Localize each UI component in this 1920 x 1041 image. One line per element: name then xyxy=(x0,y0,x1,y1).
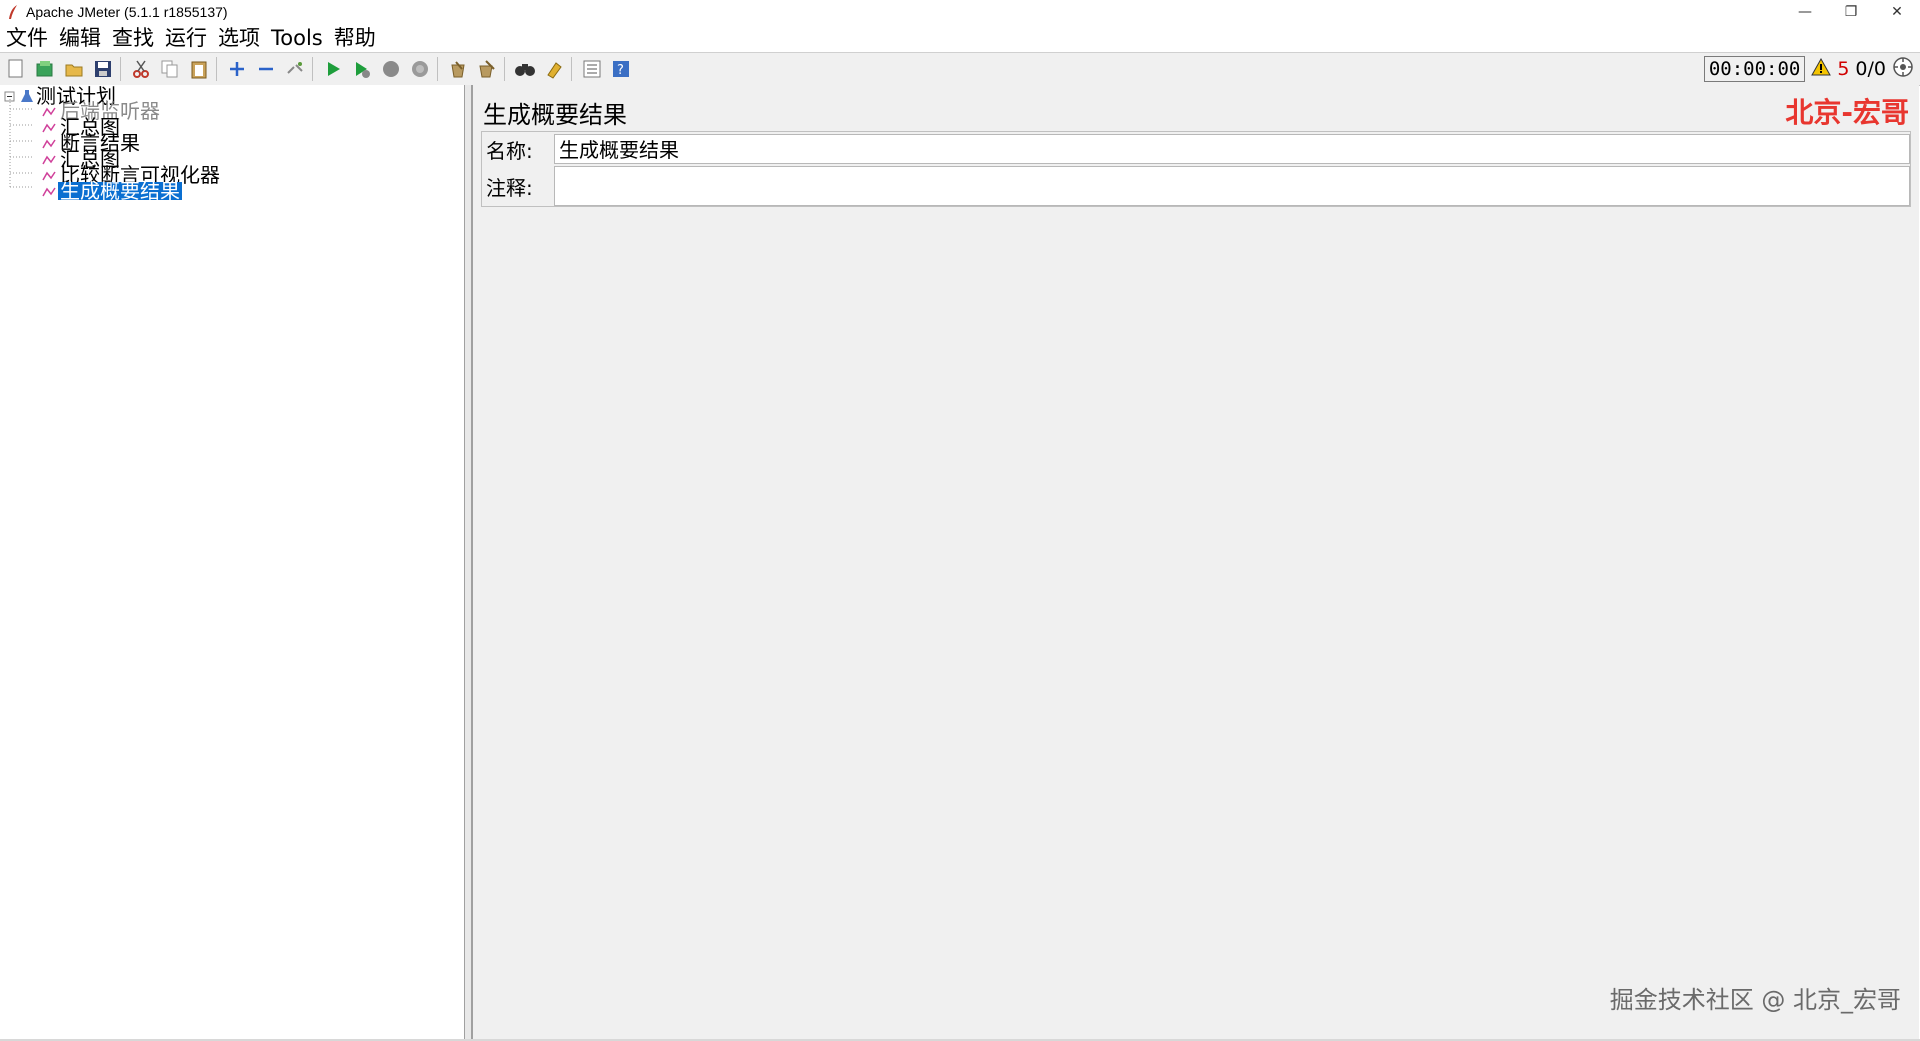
menu-file[interactable]: 文件 xyxy=(0,24,53,52)
tree-connector-lines xyxy=(9,99,34,188)
menu-bar: 文件 编辑 查找 运行 选项 Tools 帮助 xyxy=(0,24,1920,52)
element-editor-panel: 生成概要结果 北京-宏哥 名称: 生成概要结果 注释: 掘金技术社区 @ 北京_… xyxy=(472,85,1919,1039)
restore-button[interactable]: ❐ xyxy=(1828,0,1874,24)
comment-label: 注释: xyxy=(486,175,533,200)
expand-icon[interactable] xyxy=(224,56,250,82)
menu-edit[interactable]: 编辑 xyxy=(53,24,106,52)
tree-item-selected[interactable]: 生成概要结果 xyxy=(42,179,182,203)
comment-row: 注释: xyxy=(482,166,1910,206)
name-label: 名称: xyxy=(486,138,533,163)
comment-field[interactable] xyxy=(554,166,1910,206)
shutdown-icon[interactable] xyxy=(407,56,433,82)
svg-text:?: ? xyxy=(617,63,624,78)
toolbar-separator xyxy=(504,57,505,81)
window-title: Apache JMeter (5.1.1 r1855137) xyxy=(26,4,228,20)
toolbar-separator xyxy=(437,57,438,81)
name-field[interactable]: 生成概要结果 xyxy=(554,134,1910,164)
new-icon[interactable] xyxy=(3,56,29,82)
toolbar-separator xyxy=(120,57,121,81)
save-icon[interactable] xyxy=(90,56,116,82)
collapse-icon[interactable] xyxy=(253,56,279,82)
toggle-icon[interactable] xyxy=(282,56,308,82)
elapsed-timer: 00:00:00 xyxy=(1703,56,1806,82)
tree-item-label: 生成概要结果 xyxy=(58,179,182,203)
name-comment-form: 名称: 生成概要结果 注释: xyxy=(481,131,1911,207)
reset-search-icon[interactable] xyxy=(541,56,567,82)
search-icon[interactable] xyxy=(512,56,538,82)
start-no-pause-icon[interactable] xyxy=(349,56,375,82)
paste-icon[interactable] xyxy=(186,56,212,82)
menu-tools[interactable]: Tools xyxy=(265,24,328,52)
remote-status-icon xyxy=(1892,56,1914,82)
menu-help[interactable]: 帮助 xyxy=(328,24,381,52)
warning-icon[interactable] xyxy=(1811,57,1832,80)
start-icon[interactable] xyxy=(320,56,346,82)
author-watermark: 北京-宏哥 xyxy=(1785,96,1909,129)
toolbar-separator xyxy=(216,57,217,81)
menu-search[interactable]: 查找 xyxy=(106,24,159,52)
clear-icon[interactable] xyxy=(445,56,471,82)
open-icon[interactable] xyxy=(61,56,87,82)
templates-icon[interactable] xyxy=(32,56,58,82)
cut-icon[interactable] xyxy=(128,56,154,82)
title-bar: Apache JMeter (5.1.1 r1855137) — ❐ ✕ xyxy=(0,0,1920,24)
name-row: 名称: 生成概要结果 xyxy=(482,134,1910,164)
function-helper-icon[interactable] xyxy=(579,56,605,82)
menu-run[interactable]: 运行 xyxy=(159,24,212,52)
community-watermark: 掘金技术社区 @ 北京_宏哥 xyxy=(1609,986,1901,1014)
toolbar: ? 00:00:00 5 0/0 xyxy=(0,52,1920,86)
clear-all-icon[interactable] xyxy=(474,56,500,82)
toolbar-separator xyxy=(312,57,313,81)
copy-icon[interactable] xyxy=(157,56,183,82)
listener-icon xyxy=(42,182,58,200)
test-plan-tree-panel: 测试计划 后端监听器 汇总图 断言结果 汇总图 比较断言可视化器 生成概要结果 xyxy=(0,85,465,1039)
jmeter-feather-icon xyxy=(4,3,22,21)
window-controls: — ❐ ✕ xyxy=(1782,0,1920,24)
help-icon[interactable]: ? xyxy=(608,56,634,82)
warning-count: 5 xyxy=(1837,58,1850,80)
close-button[interactable]: ✕ xyxy=(1874,0,1920,24)
stop-icon[interactable] xyxy=(378,56,404,82)
active-threads: 0/0 xyxy=(1855,58,1886,80)
panel-title: 生成概要结果 xyxy=(483,101,627,129)
panel-splitter[interactable] xyxy=(465,85,472,1039)
menu-options[interactable]: 选项 xyxy=(212,24,265,52)
minimize-button[interactable]: — xyxy=(1782,0,1828,24)
toolbar-separator xyxy=(571,57,572,81)
status-area: 00:00:00 5 0/0 xyxy=(1703,53,1914,85)
